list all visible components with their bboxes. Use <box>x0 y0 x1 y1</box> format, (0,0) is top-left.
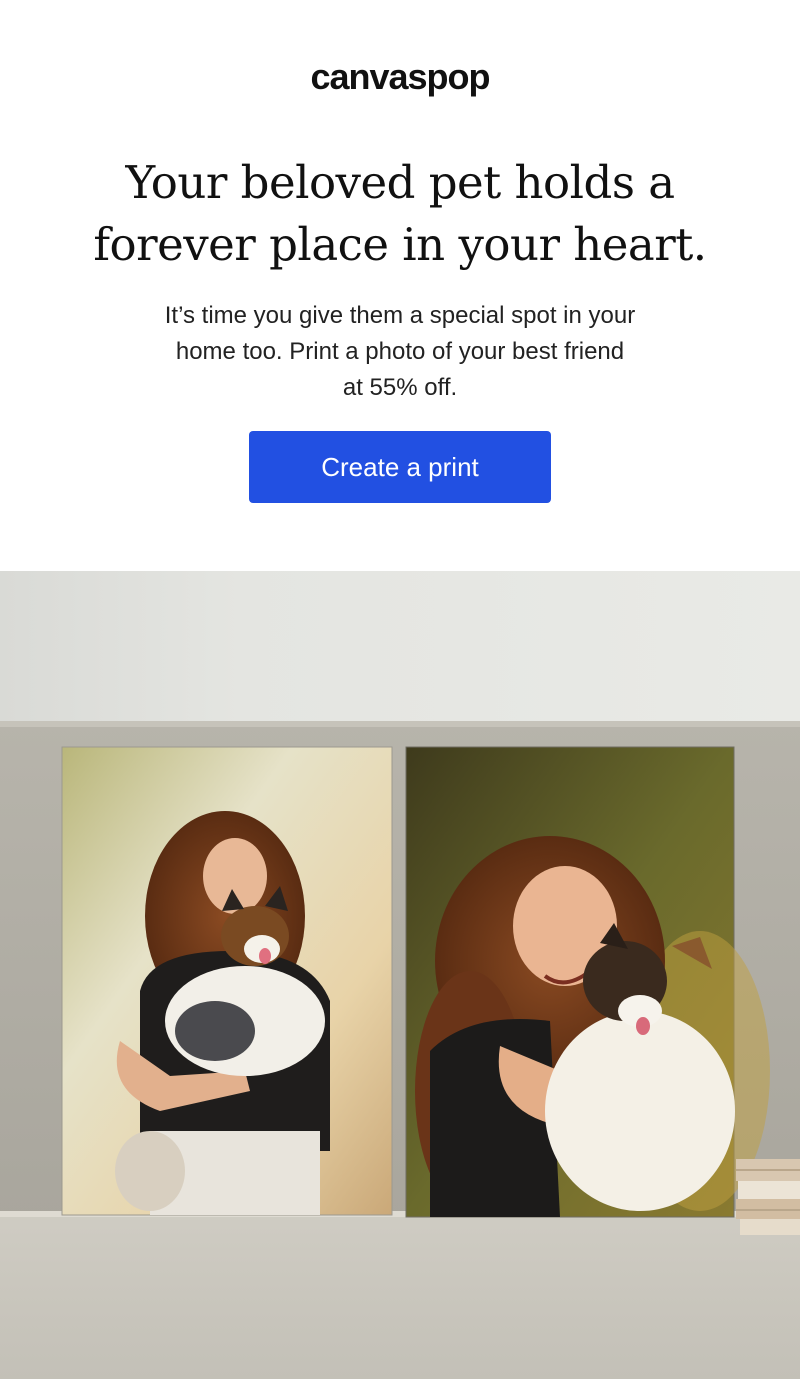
brand-logo[interactable]: canvaspop <box>0 56 800 98</box>
headline: Your beloved pet holds a forever place i… <box>60 152 740 276</box>
canvas-left <box>61 746 393 1216</box>
body-line-1: It’s time you give them a special spot i… <box>164 302 636 329</box>
headline-line-1: Your beloved pet holds a <box>125 156 675 209</box>
body-copy: It’s time you give them a special spot i… <box>120 298 680 406</box>
canvas-right <box>405 746 770 1218</box>
headline-line-2: forever place in your heart. <box>93 218 707 271</box>
body-line-3: at 55% off. <box>342 374 458 401</box>
create-print-button[interactable]: Create a print <box>249 431 551 503</box>
body-line-2: home too. Print a photo of your best fri… <box>175 338 625 365</box>
product-photo-illustration <box>0 571 800 1379</box>
email-header: canvaspop Your beloved pet holds a forev… <box>0 0 800 570</box>
books-stack <box>736 1159 800 1235</box>
product-photo[interactable] <box>0 571 800 1379</box>
